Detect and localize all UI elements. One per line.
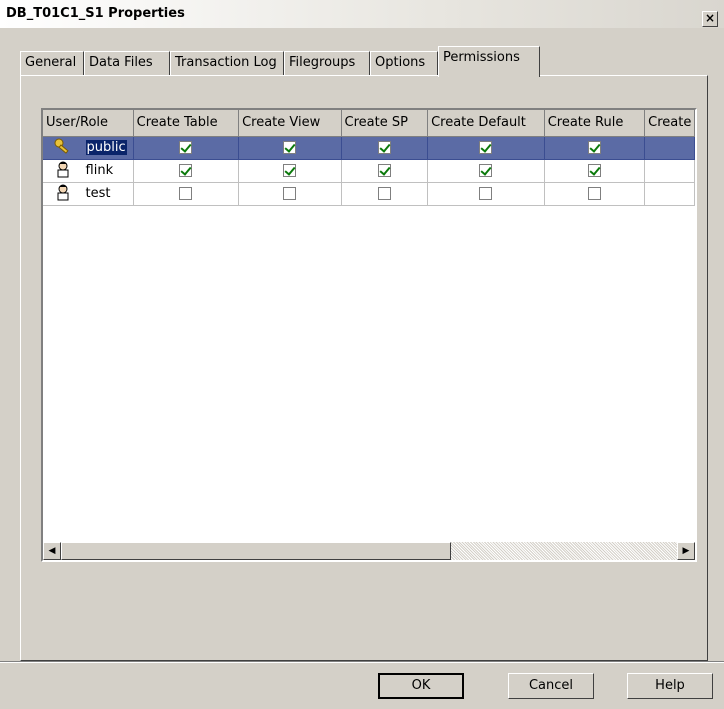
- perm-checkbox[interactable]: [238, 182, 342, 206]
- scroll-track[interactable]: [451, 542, 677, 560]
- perm-checkbox[interactable]: [133, 159, 240, 183]
- perm-checkbox[interactable]: [341, 159, 429, 183]
- user-name: test: [83, 182, 134, 206]
- tab-options[interactable]: Options: [370, 51, 438, 75]
- perm-checkbox[interactable]: [427, 182, 545, 206]
- perm-checkbox[interactable]: [238, 159, 342, 183]
- user-name: public: [83, 136, 134, 160]
- scroll-left-button[interactable]: ◀: [43, 542, 61, 560]
- tab-general[interactable]: General: [20, 51, 84, 75]
- perm-checkbox[interactable]: [133, 136, 240, 160]
- column-header-create-sp[interactable]: Create SP: [341, 110, 429, 137]
- scroll-thumb[interactable]: [61, 542, 451, 560]
- title-bar[interactable]: DB_T01C1_S1 Properties ×: [0, 0, 724, 28]
- close-button[interactable]: ×: [702, 11, 718, 27]
- perm-cell-clipped[interactable]: [644, 136, 695, 160]
- perm-checkbox[interactable]: [544, 136, 646, 160]
- properties-dialog: DB_T01C1_S1 Properties × General Data Fi…: [0, 0, 724, 709]
- user-icon: [43, 159, 84, 183]
- perm-checkbox[interactable]: [341, 136, 429, 160]
- tab-data-files[interactable]: Data Files: [84, 51, 170, 75]
- perm-checkbox[interactable]: [427, 136, 545, 160]
- scroll-right-button[interactable]: ▶: [677, 542, 695, 560]
- column-header-create-default[interactable]: Create Default: [427, 110, 545, 137]
- table-row[interactable]: public: [43, 136, 695, 160]
- perm-checkbox[interactable]: [427, 159, 545, 183]
- column-header-create-more[interactable]: Create: [644, 110, 695, 137]
- ok-button[interactable]: OK: [378, 673, 464, 699]
- table-row[interactable]: flink: [43, 159, 695, 183]
- column-header-create-view[interactable]: Create View: [238, 110, 342, 137]
- permissions-grid[interactable]: User/Role Create Table Create View Creat…: [41, 108, 697, 562]
- perm-checkbox[interactable]: [341, 182, 429, 206]
- key-icon: [43, 136, 84, 160]
- button-separator: [0, 661, 724, 663]
- column-header-create-table[interactable]: Create Table: [133, 110, 240, 137]
- table-row[interactable]: test: [43, 182, 695, 206]
- perm-checkbox[interactable]: [544, 159, 646, 183]
- column-header-create-rule[interactable]: Create Rule: [544, 110, 646, 137]
- tab-filegroups[interactable]: Filegroups: [284, 51, 370, 75]
- help-button[interactable]: Help: [627, 673, 713, 699]
- perm-cell-clipped[interactable]: [644, 182, 695, 206]
- user-name: flink: [83, 159, 134, 183]
- permissions-table: User/Role Create Table Create View Creat…: [43, 110, 695, 206]
- horizontal-scrollbar[interactable]: ◀ ▶: [43, 542, 695, 560]
- perm-checkbox[interactable]: [544, 182, 646, 206]
- perm-checkbox[interactable]: [133, 182, 240, 206]
- tab-permissions[interactable]: Permissions: [438, 46, 540, 77]
- perm-checkbox[interactable]: [238, 136, 342, 160]
- user-icon: [43, 182, 84, 206]
- tab-transaction-log[interactable]: Transaction Log: [170, 51, 284, 75]
- perm-cell-clipped[interactable]: [644, 159, 695, 183]
- column-header-user-role[interactable]: User/Role: [43, 110, 134, 137]
- cancel-button[interactable]: Cancel: [508, 673, 594, 699]
- grid-header-row: User/Role Create Table Create View Creat…: [43, 110, 695, 137]
- dialog-title: DB_T01C1_S1 Properties: [6, 6, 185, 21]
